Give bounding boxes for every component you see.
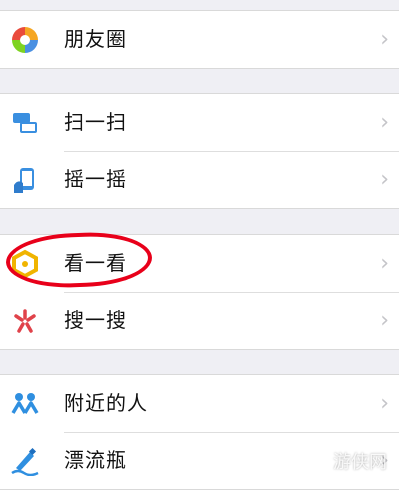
chevron-right-icon: › bbox=[380, 167, 389, 192]
menu-item-label: 朋友圈 bbox=[64, 27, 127, 51]
menu-item-label: 扫一扫 bbox=[64, 110, 127, 134]
chevron-right-icon: › bbox=[380, 251, 389, 276]
menu-item-label: 看一看 bbox=[64, 251, 127, 275]
top-stories-icon bbox=[12, 249, 38, 279]
menu-item-label: 漂流瓶 bbox=[64, 448, 127, 472]
menu-item-label: 搜一搜 bbox=[64, 308, 127, 332]
menu-item-people-nearby[interactable]: 附近的人 › bbox=[0, 375, 399, 432]
menu-item-label: 附近的人 bbox=[64, 391, 148, 415]
moments-icon bbox=[12, 27, 38, 53]
chevron-right-icon: › bbox=[380, 308, 389, 333]
menu-item-search[interactable]: 搜一搜 › bbox=[0, 292, 399, 349]
scan-icon bbox=[13, 113, 37, 133]
menu-item-shake[interactable]: 摇一摇 › bbox=[0, 151, 399, 208]
menu-item-label: 摇一摇 bbox=[64, 167, 127, 191]
menu-group-3: 看一看 › 搜一搜 › bbox=[0, 234, 399, 350]
chevron-right-icon: › bbox=[380, 110, 389, 135]
menu-item-moments[interactable]: 朋友圈 › bbox=[0, 11, 399, 68]
people-nearby-icon bbox=[11, 393, 39, 414]
chevron-right-icon: › bbox=[380, 27, 389, 52]
watermark: 游侠网 bbox=[333, 452, 387, 473]
menu-group-2: 扫一扫 › 摇一摇 › bbox=[0, 93, 399, 209]
chevron-right-icon: › bbox=[380, 391, 389, 416]
search-icon bbox=[14, 309, 36, 333]
shake-icon bbox=[14, 168, 34, 193]
menu-item-top-stories[interactable]: 看一看 › bbox=[0, 235, 399, 292]
menu-item-scan[interactable]: 扫一扫 › bbox=[0, 94, 399, 151]
drift-bottle-icon bbox=[11, 447, 39, 476]
menu-group-1: 朋友圈 › bbox=[0, 10, 399, 69]
